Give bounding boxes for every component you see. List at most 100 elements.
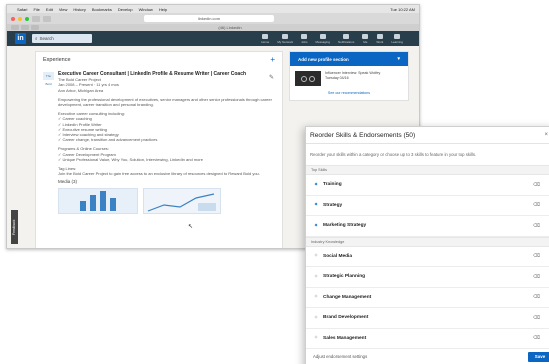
pin-icon[interactable]: ✧ (313, 274, 319, 280)
skill-row[interactable]: ✦Strategy⌫≡ (306, 196, 549, 216)
pin-icon[interactable]: ✦ (313, 182, 319, 188)
nav-item[interactable]: Messaging (316, 33, 330, 44)
pin-icon[interactable]: ✦ (313, 223, 319, 229)
skill-row[interactable]: ✧Brand Development⌫≡ (306, 308, 549, 329)
search-input[interactable]: ⌕ Search (32, 34, 92, 43)
skill-row[interactable]: ✧Strategic Planning⌫≡ (306, 267, 549, 288)
media-thumbnail[interactable] (58, 187, 138, 214)
search-placeholder: Search (39, 36, 54, 41)
industry-knowledge-header: Industry Knowledge (306, 236, 549, 247)
thumbnail-graphic (147, 193, 216, 212)
top-skills-list: ✦Training⌫≡✦Strategy⌫≡✦Marketing Strateg… (306, 175, 549, 237)
nav-item[interactable]: Work (376, 33, 384, 44)
skill-name: Strategy (323, 202, 343, 208)
mac-menubar: Safari File Edit View History Bookmarks Develo… (7, 5, 419, 13)
menu-item[interactable]: Develop (118, 7, 133, 12)
tab-strip: (46) LinkedIn (7, 24, 419, 31)
trash-icon[interactable]: ⌫ (533, 202, 540, 208)
menu-item[interactable]: Edit (46, 7, 53, 12)
top-skills-header: Top Skills (306, 165, 549, 175)
menu-item[interactable]: Window (139, 7, 153, 12)
save-button[interactable]: Save (528, 351, 549, 362)
trash-icon[interactable]: ⌫ (533, 274, 540, 280)
nav-item[interactable]: Learning (391, 33, 403, 44)
modal-header: Reorder Skills & Endorsements (50) × (306, 127, 549, 144)
pinned-tab[interactable] (21, 25, 29, 30)
nav-icon (282, 33, 289, 39)
close-icon[interactable]: × (544, 132, 548, 138)
industry-skills-list: ✧Social Media⌫≡✧Strategic Planning⌫≡✧Cha… (306, 247, 549, 349)
nav-item[interactable]: Home (261, 33, 270, 44)
pin-icon[interactable]: ✧ (313, 315, 319, 321)
mouse-cursor-icon: ↖ (188, 224, 194, 230)
trash-icon[interactable]: ⌫ (533, 294, 540, 300)
add-experience-icon[interactable]: + (270, 56, 275, 64)
trash-icon[interactable]: ⌫ (533, 315, 540, 321)
see-recommendations-link[interactable]: See our recommendations (290, 89, 408, 100)
back-button[interactable] (32, 15, 40, 22)
media-label: Media (3) (58, 179, 78, 185)
nav-item[interactable]: My Network (277, 33, 294, 44)
forward-button[interactable] (43, 15, 51, 22)
add-profile-section-button[interactable]: Add new profile section ▾ (290, 52, 408, 66)
trash-icon[interactable]: ⌫ (533, 182, 540, 188)
skill-name: Training (323, 182, 342, 188)
menu-item[interactable]: History (73, 7, 85, 12)
tagline-text: Join the Bold Career Project to gain fre… (58, 171, 260, 177)
sidebar-item-title: Influencer Interview: Speak Wolfey (325, 71, 381, 75)
nav-item[interactable]: Me (362, 33, 369, 44)
linkedin-nav: Home My Network Jobs Messaging Notifications… (261, 33, 403, 44)
knob-icon (301, 75, 307, 82)
address-bar[interactable]: linkedin.com (144, 15, 274, 22)
sidebar-item[interactable]: Influencer Interview: Speak Wolfey Tuesd… (290, 66, 408, 89)
active-tab[interactable]: (46) LinkedIn (41, 25, 419, 30)
nav-item[interactable]: Jobs (301, 33, 308, 44)
close-window-button[interactable] (11, 16, 15, 21)
thumbnail-bar (100, 190, 106, 211)
linkedin-logo[interactable]: in (15, 33, 26, 44)
menu-item[interactable]: File (33, 7, 39, 12)
zoom-window-button[interactable] (25, 16, 29, 21)
edit-pencil-icon[interactable]: ✎ (269, 74, 274, 81)
skill-name: Brand Development (323, 315, 369, 321)
nav-label: Jobs (301, 39, 308, 44)
position-summary: Empowering the professional development … (58, 96, 272, 108)
pin-icon[interactable]: ✧ (313, 335, 319, 341)
skill-name: Change Management (323, 294, 372, 300)
nav-label: Home (261, 39, 270, 44)
skill-row[interactable]: ✧Social Media⌫≡ (306, 247, 549, 267)
menu-item[interactable]: View (59, 7, 68, 12)
pin-icon[interactable]: ✧ (313, 253, 319, 259)
skill-name: Sales Management (323, 335, 367, 341)
nav-icon (319, 33, 326, 39)
skill-row[interactable]: ✧Sales Management⌫≡ (306, 329, 549, 349)
nav-label: My Network (277, 39, 294, 44)
nav-label: Work (376, 39, 384, 44)
company-logo: The Bold (43, 72, 54, 86)
pinned-tab[interactable] (11, 25, 19, 30)
programs-list: ✓ Career Development Program ✓ Unique Pro… (58, 152, 275, 162)
pinned-tab[interactable] (31, 25, 39, 30)
reorder-skills-modal: Reorder Skills & Endorsements (50) × Reo… (305, 126, 549, 364)
skill-row[interactable]: ✦Training⌫≡ (306, 175, 549, 196)
experience-heading: Experience (43, 57, 71, 63)
media-thumbnail[interactable] (143, 187, 221, 214)
trash-icon[interactable]: ⌫ (533, 223, 540, 229)
menu-item[interactable]: Safari (17, 7, 27, 12)
nav-icon (376, 33, 383, 39)
skill-row[interactable]: ✦Marketing Strategy⌫≡ (306, 216, 549, 237)
nav-label: Learning (391, 39, 403, 44)
menu-item[interactable]: Bookmarks (92, 7, 112, 12)
skill-row[interactable]: ✧Change Management⌫≡ (306, 288, 549, 308)
menu-item[interactable]: Help (159, 7, 167, 12)
experience-details: Executive Career Consultant | LinkedIn P… (58, 71, 275, 214)
nav-item[interactable]: Notifications (338, 33, 354, 44)
media-row (58, 187, 275, 214)
pin-icon[interactable]: ✧ (313, 294, 319, 300)
pin-icon[interactable]: ✦ (313, 202, 319, 208)
trash-icon[interactable]: ⌫ (533, 253, 540, 259)
minimize-window-button[interactable] (18, 16, 22, 21)
adjust-endorsement-settings-link[interactable]: Adjust endorsement settings (313, 354, 367, 359)
feedback-tab[interactable]: Feedback (11, 210, 18, 244)
trash-icon[interactable]: ⌫ (533, 335, 540, 341)
